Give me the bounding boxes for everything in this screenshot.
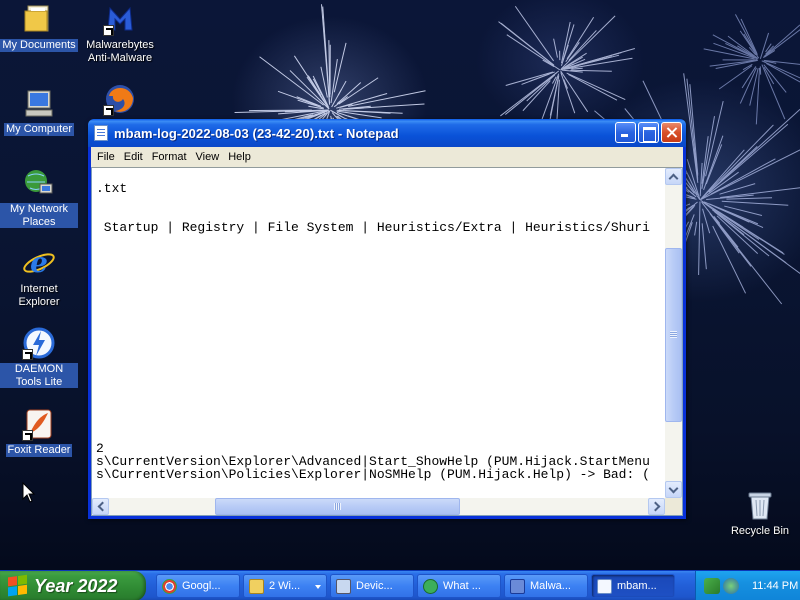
folder-documents-icon xyxy=(22,2,56,36)
text-area[interactable]: .txt Startup | Registry | File System | … xyxy=(92,168,665,498)
taskbar: Year 2022 Googl... 2 Wi... Devic... What… xyxy=(0,570,800,600)
scroll-up-button[interactable] xyxy=(665,168,682,185)
menu-bar: File Edit Format View Help xyxy=(91,147,683,167)
text-line: .txt xyxy=(96,181,128,196)
start-button[interactable]: Year 2022 xyxy=(0,571,146,600)
globe-tray-icon[interactable] xyxy=(723,578,739,594)
computer-icon xyxy=(22,86,56,120)
windows-flag-icon xyxy=(8,574,28,598)
desktop-icon-my-network-places[interactable]: My Network Places xyxy=(0,166,78,228)
vertical-scroll-thumb[interactable] xyxy=(665,248,682,422)
task-button-chrome[interactable]: Googl... xyxy=(156,574,240,598)
device-manager-icon xyxy=(336,578,351,594)
scroll-right-button[interactable] xyxy=(648,498,665,515)
chrome-icon xyxy=(162,578,177,594)
chevron-down-icon xyxy=(315,585,321,589)
desktop-icon-my-computer[interactable]: My Computer xyxy=(0,86,78,136)
text-line: Startup | Registry | File System | Heuri… xyxy=(96,220,650,235)
task-button-browser[interactable]: What ... xyxy=(417,574,501,598)
text-line: s\CurrentVersion\Policies\Explorer|NoSMH… xyxy=(96,467,650,482)
clock[interactable]: 11:44 PM xyxy=(752,580,798,592)
window-title: mbam-log-2022-08-03 (23-42-20).txt - Not… xyxy=(114,125,399,141)
scroll-left-button[interactable] xyxy=(92,498,109,515)
task-button-notepad[interactable]: mbam... xyxy=(591,574,675,598)
desktop-icon-malwarebytes[interactable]: Malwarebytes Anti-Malware xyxy=(81,2,159,64)
maximize-button[interactable] xyxy=(638,122,659,143)
desktop-icon-daemon-tools[interactable]: DAEMON Tools Lite xyxy=(0,326,78,388)
system-tray: 11:44 PM xyxy=(695,571,800,600)
notepad-icon xyxy=(94,125,108,141)
foxit-reader-icon xyxy=(22,407,56,441)
network-icon xyxy=(22,166,56,200)
minimize-button[interactable] xyxy=(615,122,636,143)
notepad-window[interactable]: mbam-log-2022-08-03 (23-42-20).txt - Not… xyxy=(88,119,686,519)
task-button-explorer-group[interactable]: 2 Wi... xyxy=(243,574,327,598)
menu-file[interactable]: File xyxy=(93,151,119,163)
desktop-icon-internet-explorer[interactable]: e Internet Explorer xyxy=(0,246,78,308)
scroll-down-button[interactable] xyxy=(665,481,682,498)
menu-format[interactable]: Format xyxy=(148,151,191,163)
daemon-tools-icon xyxy=(22,326,56,360)
malwarebytes-icon xyxy=(103,2,137,36)
horizontal-scroll-thumb[interactable] xyxy=(215,498,460,515)
svg-text:e: e xyxy=(30,246,48,279)
title-bar[interactable]: mbam-log-2022-08-03 (23-42-20).txt - Not… xyxy=(88,119,686,147)
close-button[interactable] xyxy=(661,122,682,143)
desktop-icon-foxit-reader[interactable]: Foxit Reader xyxy=(0,407,78,457)
desktop-icon-my-documents[interactable]: My Documents xyxy=(0,2,78,52)
vertical-scrollbar[interactable] xyxy=(665,168,682,498)
menu-edit[interactable]: Edit xyxy=(120,151,147,163)
malwarebytes-icon xyxy=(510,578,525,594)
desktop-icon-recycle-bin[interactable]: Recycle Bin xyxy=(721,488,799,538)
text-editor[interactable]: .txt Startup | Registry | File System | … xyxy=(91,167,683,516)
start-label: Year 2022 xyxy=(34,575,118,596)
folder-icon xyxy=(249,578,264,594)
firefox-icon xyxy=(103,82,137,116)
browser-n-icon xyxy=(423,578,438,594)
recycle-bin-icon xyxy=(743,488,777,522)
notepad-icon xyxy=(597,578,612,594)
menu-help[interactable]: Help xyxy=(224,151,255,163)
internet-explorer-icon: e xyxy=(22,246,56,280)
task-button-device-manager[interactable]: Devic... xyxy=(330,574,414,598)
task-button-malwarebytes[interactable]: Malwa... xyxy=(504,574,588,598)
resize-corner xyxy=(665,498,682,515)
desktop-icon-firefox[interactable] xyxy=(81,82,159,119)
task-list: Googl... 2 Wi... Devic... What ... Malwa… xyxy=(156,574,678,598)
horizontal-scrollbar[interactable] xyxy=(92,498,665,515)
mouse-cursor-icon xyxy=(22,482,36,503)
menu-view[interactable]: View xyxy=(192,151,224,163)
network-tray-icon[interactable] xyxy=(704,578,720,594)
